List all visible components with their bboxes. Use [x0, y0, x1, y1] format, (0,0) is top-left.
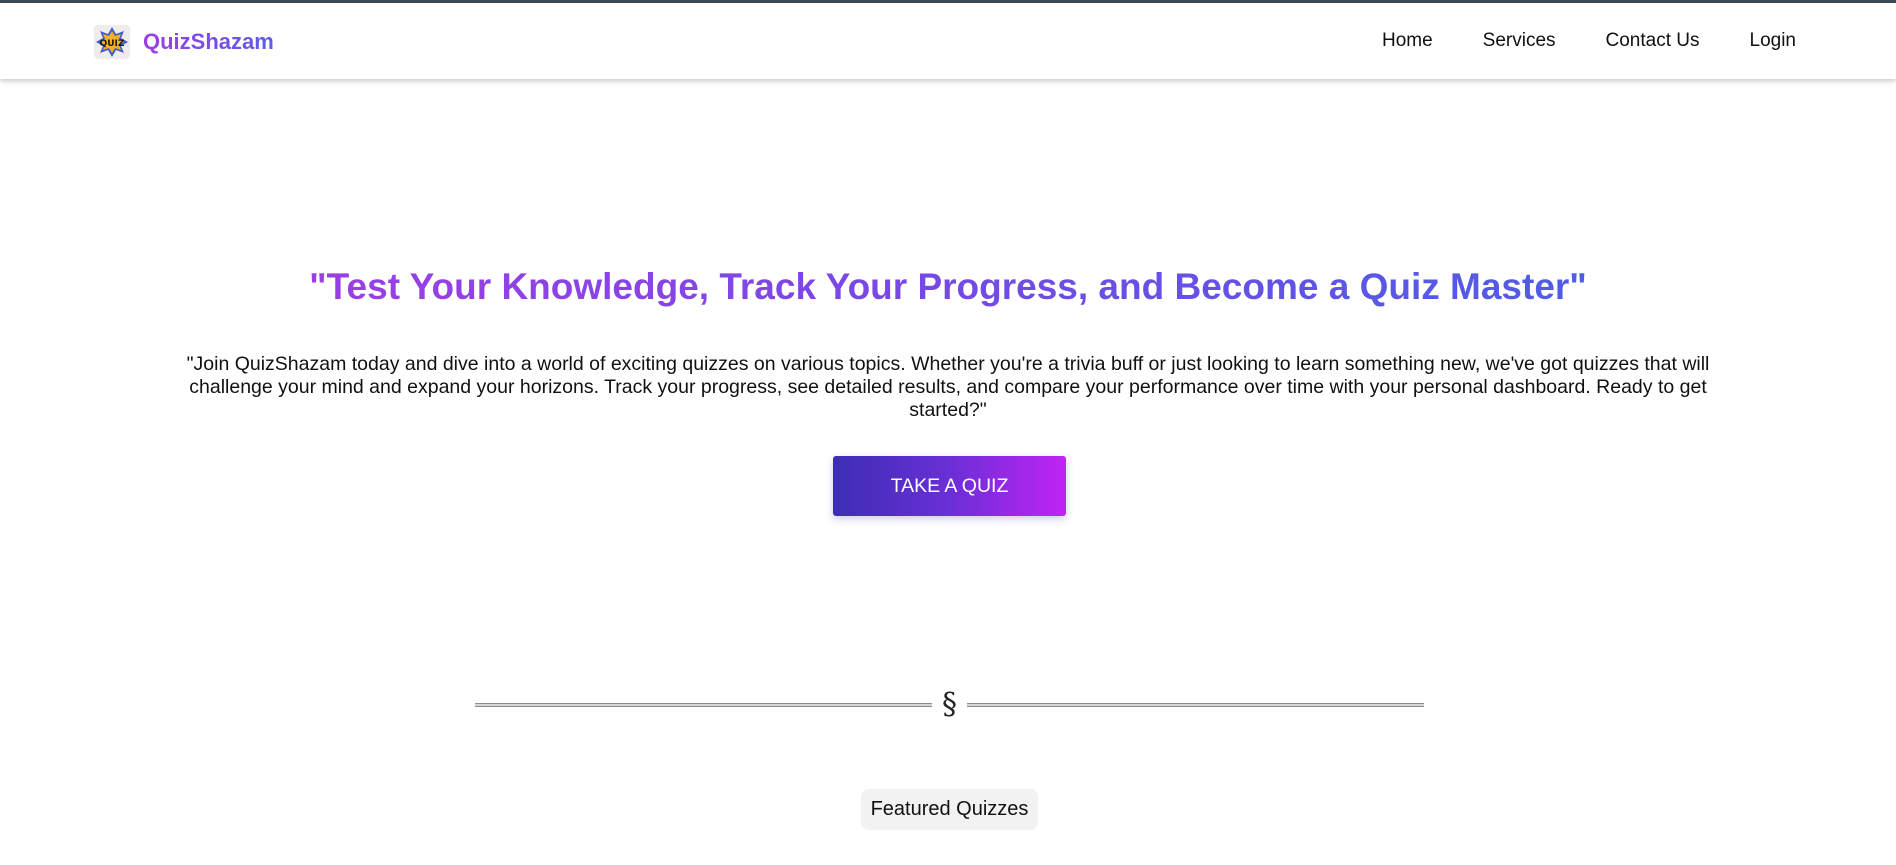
section-sign-icon: § — [942, 687, 957, 722]
divider-line-right — [967, 703, 1424, 707]
nav-link-home[interactable]: Home — [1382, 30, 1433, 52]
brand-name: QuizShazam — [143, 29, 274, 54]
hero-title-text: "Test Your Knowledge, Track Your Progres… — [309, 266, 1587, 307]
divider-line-left — [475, 703, 932, 707]
svg-text:QUIZ: QUIZ — [100, 39, 125, 49]
hero-title: "Test Your Knowledge, Track Your Progres… — [0, 266, 1896, 308]
navbar: QUIZ QuizShazam Home Services Contact Us… — [0, 3, 1896, 79]
section-divider: § — [475, 688, 1424, 722]
hero-description: "Join QuizShazam today and dive into a w… — [186, 353, 1710, 421]
quiz-logo-icon: QUIZ — [94, 25, 130, 59]
featured-quizzes-heading: Featured Quizzes — [861, 789, 1038, 830]
nav-link-services[interactable]: Services — [1483, 30, 1556, 52]
nav-link-contact-us[interactable]: Contact Us — [1606, 30, 1700, 52]
nav-links: Home Services Contact Us Login — [1382, 3, 1796, 79]
brand-link[interactable]: QUIZ QuizShazam — [94, 25, 274, 59]
take-quiz-button[interactable]: TAKE A QUIZ — [833, 456, 1066, 516]
nav-link-login[interactable]: Login — [1750, 30, 1797, 52]
